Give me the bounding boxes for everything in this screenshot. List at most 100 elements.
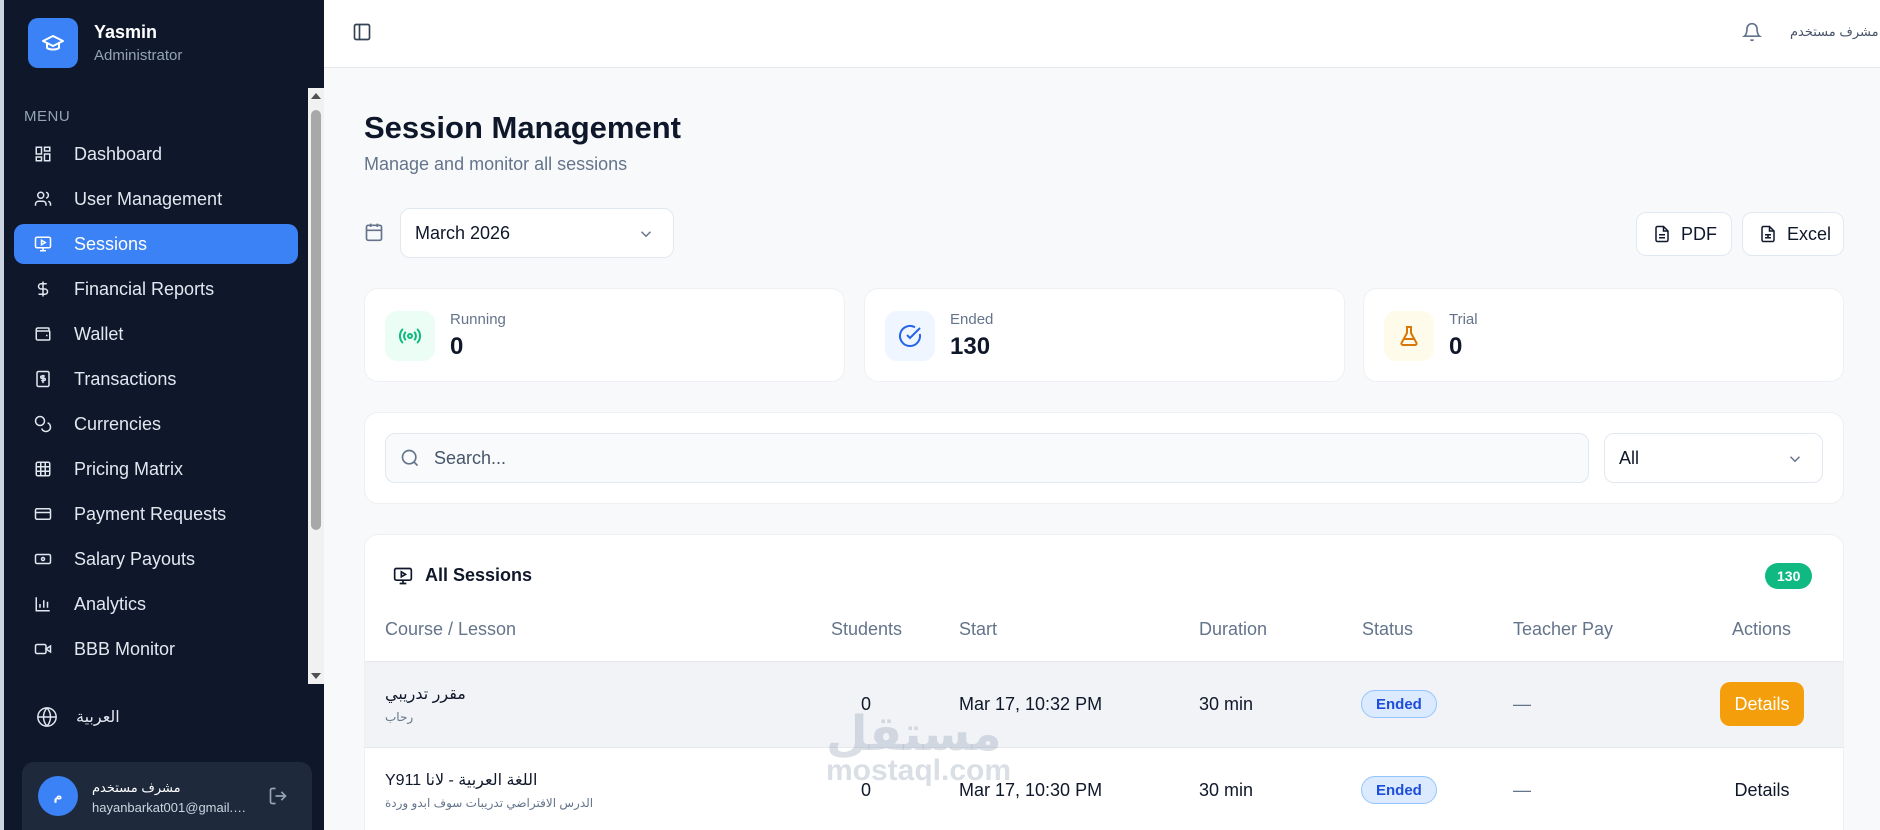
stat-label: Running [450, 311, 506, 328]
credit-card-icon [32, 503, 54, 525]
coins-icon [32, 413, 54, 435]
stat-value: 0 [450, 333, 464, 360]
column-header-students: Students [831, 619, 903, 639]
page-title: Session Management [364, 110, 681, 145]
header-user-name[interactable]: مشرف مستخدم [1790, 24, 1879, 40]
stat-value: 0 [1449, 333, 1463, 360]
details-button[interactable]: Details [1720, 682, 1804, 726]
sidebar-item-bbb-monitor[interactable]: BBB Monitor [14, 629, 298, 669]
stat-card-trial: Trial 0 [1363, 288, 1844, 382]
table-row[interactable]: مقرر تدريبي رحاب 0 Mar 17, 10:32 PM 30 m… [365, 661, 1843, 747]
bell-icon[interactable] [1742, 22, 1762, 42]
language-switch[interactable]: العربية [36, 706, 120, 728]
month-select-value: March 2026 [415, 222, 511, 243]
course-title: مقرر تدريبي [385, 686, 466, 703]
column-header-actions: Actions [1732, 619, 1792, 639]
chevron-down-icon [1786, 450, 1804, 468]
sidebar-item-dashboard[interactable]: Dashboard [14, 134, 298, 174]
table-heading: All Sessions [393, 565, 532, 586]
receipt-icon [32, 368, 54, 390]
stat-value: 130 [950, 333, 991, 360]
sidebar-item-label: Wallet [74, 323, 124, 344]
radio-signal-icon [385, 311, 435, 361]
export-excel-button[interactable]: Excel [1742, 212, 1844, 256]
column-header-start: Start [959, 619, 998, 639]
students-count: 0 [861, 694, 872, 714]
topbar: مشرف مستخدم [324, 0, 1880, 68]
month-select[interactable]: March 2026 [400, 208, 674, 258]
language-label: العربية [76, 709, 120, 726]
sidebar-item-label: BBB Monitor [74, 638, 176, 659]
duration: 30 min [1199, 780, 1254, 800]
search-box [385, 433, 1589, 483]
globe-icon [36, 706, 58, 728]
column-header-teacher-pay: Teacher Pay [1513, 619, 1614, 639]
sidebar-item-pricing-matrix[interactable]: Pricing Matrix [14, 449, 298, 489]
sidebar-toggle-icon[interactable] [352, 22, 372, 42]
session-count-badge: 130 [1765, 563, 1813, 589]
column-header-course: Course / Lesson [385, 619, 517, 639]
duration: 30 min [1199, 694, 1254, 714]
sidebar-nav: Dashboard User Management Sessions Finan… [14, 134, 298, 674]
scroll-up-icon[interactable] [311, 93, 321, 99]
sidebar-item-sessions[interactable]: Sessions [14, 224, 298, 264]
monitor-play-icon [32, 233, 54, 255]
sidebar-item-currencies[interactable]: Currencies [14, 404, 298, 444]
sidebar-user-card: م مشرف مستخدم hayanbarkat001@gmail.com [22, 762, 312, 830]
sidebar-item-label: Financial Reports [74, 278, 215, 299]
start-time: Mar 17, 10:32 PM [959, 694, 1103, 714]
users-icon [32, 188, 54, 210]
sidebar-item-payment-requests[interactable]: Payment Requests [14, 494, 298, 534]
banknote-icon [32, 548, 54, 570]
sidebar-item-financial-reports[interactable]: Financial Reports [14, 269, 298, 309]
status-filter-value: All [1619, 447, 1640, 468]
export-pdf-button[interactable]: PDF [1636, 212, 1732, 256]
brand: Yasmin Administrator [28, 18, 182, 68]
status-filter-select[interactable]: All [1604, 433, 1823, 483]
scroll-down-icon[interactable] [311, 673, 321, 679]
export-pdf-label: PDF [1681, 223, 1717, 244]
sidebar-scrollbar[interactable] [308, 88, 324, 684]
table-row[interactable]: Y911 اللغة العربية - لانا الدرس الافتراض… [365, 747, 1843, 830]
sidebar-item-salary-payouts[interactable]: Salary Payouts [14, 539, 298, 579]
details-button[interactable]: Details [1720, 768, 1804, 812]
dollar-icon [32, 278, 54, 300]
wallet-icon [32, 323, 54, 345]
sidebar-item-wallet[interactable]: Wallet [14, 314, 298, 354]
stat-card-ended: Ended 130 [864, 288, 1345, 382]
calendar-icon [364, 222, 384, 242]
scrollbar-thumb[interactable] [311, 110, 321, 530]
bar-chart-icon [32, 593, 54, 615]
flask-icon [1384, 311, 1434, 361]
brand-name: Yasmin [94, 22, 158, 42]
search-input[interactable] [434, 447, 1534, 469]
sessions-table-card: All Sessions 130 Course / Lesson Student… [364, 534, 1844, 830]
video-icon [32, 638, 54, 660]
students-count: 0 [861, 780, 872, 800]
grid-icon [32, 143, 54, 165]
stat-label: Ended [950, 311, 994, 328]
stat-card-running: Running 0 [364, 288, 845, 382]
sidebar: Yasmin Administrator MENU Dashboard User… [0, 0, 324, 830]
sidebar-item-label: Dashboard [74, 143, 163, 164]
teacher-pay: — [1513, 780, 1531, 800]
course-subtitle: الدرس الافتراضي تدريبات سوف ابدو وردة [385, 796, 594, 810]
sidebar-item-user-management[interactable]: User Management [14, 179, 298, 219]
table-title: All Sessions [425, 565, 533, 585]
course-subtitle: رحاب [385, 710, 414, 724]
chevron-down-icon [637, 225, 655, 243]
status-badge: Ended [1361, 690, 1437, 718]
logout-icon[interactable] [268, 786, 288, 806]
export-excel-label: Excel [1787, 223, 1832, 244]
menu-label: MENU [24, 108, 71, 125]
avatar: م [38, 776, 78, 816]
file-spreadsheet-icon [1759, 225, 1777, 243]
teacher-pay: — [1513, 694, 1531, 714]
sidebar-nav-scroll: MENU Dashboard User Management Sessions … [4, 88, 326, 684]
page-subtitle: Manage and monitor all sessions [364, 154, 628, 174]
sidebar-item-label: Currencies [74, 413, 162, 434]
sidebar-item-label: User Management [74, 188, 223, 209]
sidebar-item-transactions[interactable]: Transactions [14, 359, 298, 399]
sidebar-item-analytics[interactable]: Analytics [14, 584, 298, 624]
user-name: مشرف مستخدم [92, 780, 181, 795]
